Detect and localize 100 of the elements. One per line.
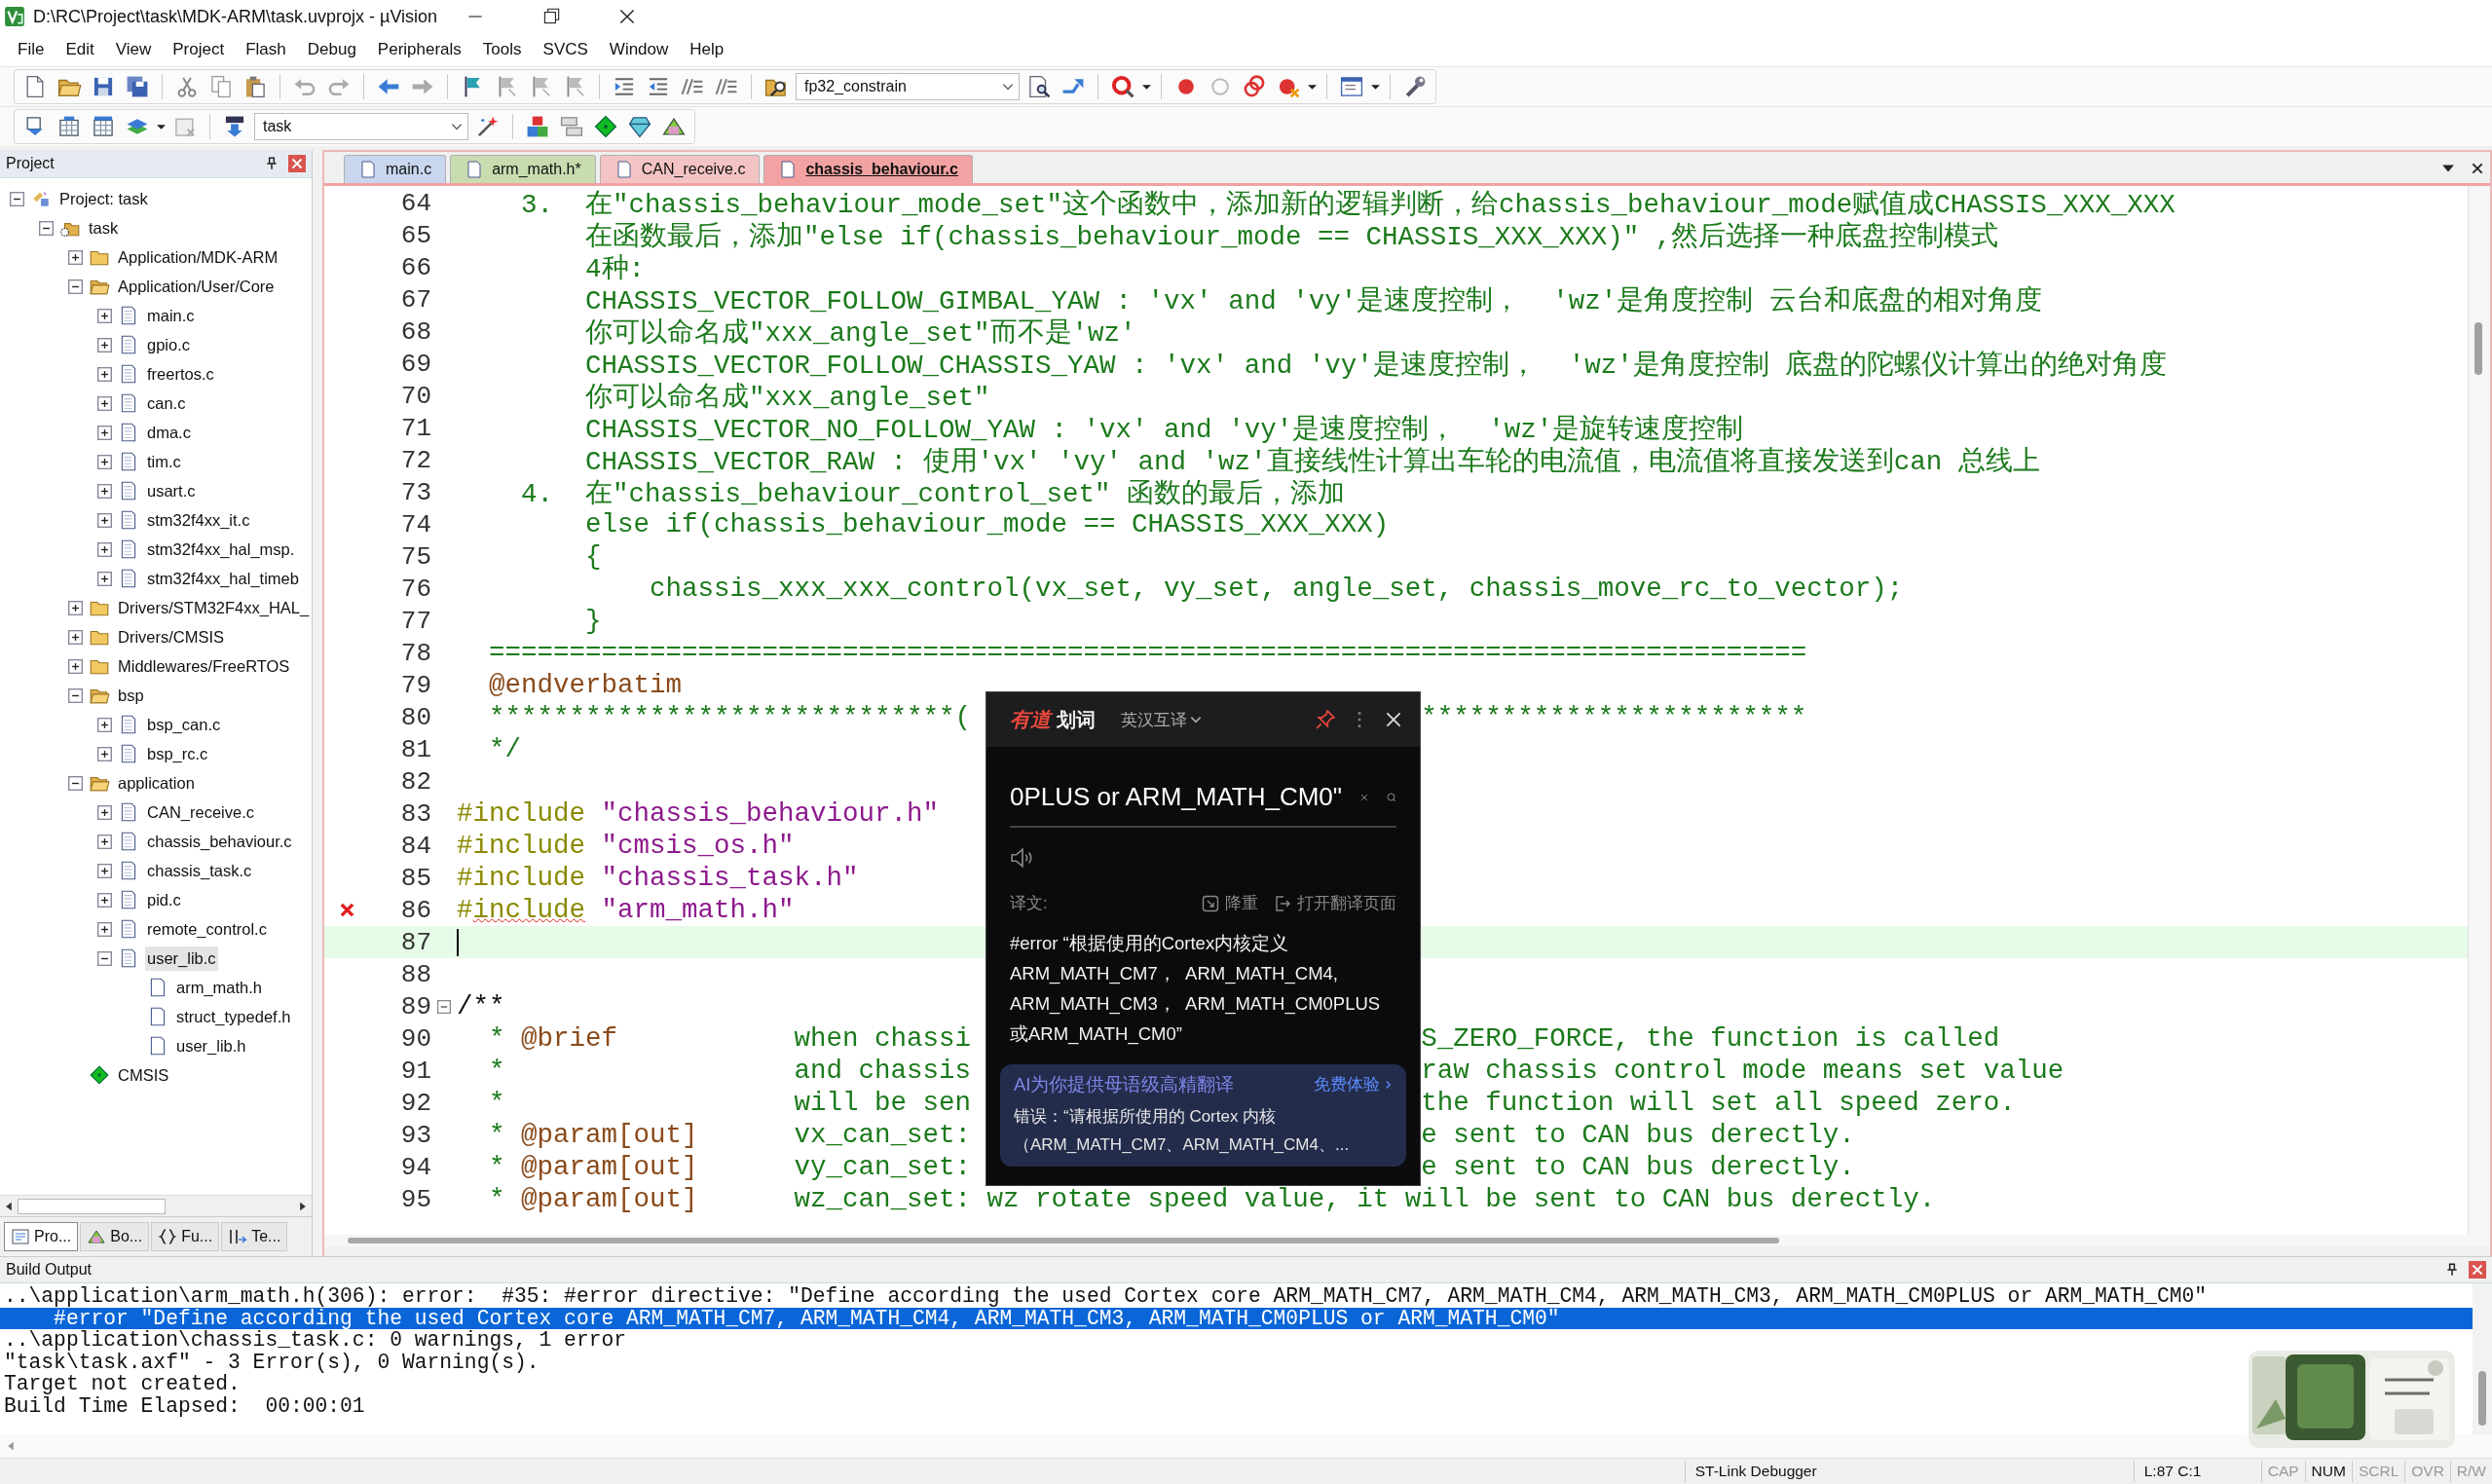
expand-icon[interactable] (97, 395, 112, 411)
collapse-icon[interactable] (68, 687, 83, 703)
tree-item[interactable]: arm_math.h (174, 975, 265, 1000)
tree-item[interactable]: stm32f4xx_hal_timeb (145, 566, 301, 591)
target-combo[interactable]: task (254, 113, 468, 140)
tree-item[interactable]: user_lib.h (174, 1033, 248, 1058)
expand-icon[interactable] (68, 249, 83, 265)
tree-item[interactable]: application (116, 770, 197, 796)
expand-icon[interactable] (97, 717, 112, 732)
fold-icon[interactable] (437, 999, 451, 1014)
output-line[interactable]: Build Time Elapsed: 00:00:01 (0, 1394, 2473, 1417)
tree-item[interactable]: pid.c (145, 887, 183, 912)
tree-item[interactable]: tim.c (145, 449, 183, 474)
tree-item[interactable]: Drivers/STM32F4xx_HAL_ (116, 595, 312, 620)
collapse-icon[interactable] (39, 220, 54, 236)
menu-item[interactable]: View (105, 36, 162, 63)
free-trial-link[interactable]: 免费体验 (1314, 1073, 1393, 1095)
editor-tab[interactable]: chassis_behaviour.c (763, 155, 973, 183)
tree-item[interactable]: bsp (116, 683, 146, 708)
tree-item[interactable]: Project: task (57, 186, 150, 211)
tree-item[interactable]: task (87, 215, 121, 241)
expand-icon[interactable] (97, 337, 112, 352)
find-combo[interactable]: fp32_constrain (796, 73, 1020, 100)
menu-item[interactable]: Flash (236, 36, 296, 63)
rewrite-icon[interactable] (1202, 894, 1219, 912)
editor-tab[interactable]: arm_math.h* (450, 155, 596, 183)
caret-icon[interactable] (1308, 82, 1317, 92)
expand-icon[interactable] (97, 804, 112, 820)
menu-item[interactable]: Edit (56, 36, 104, 63)
tree-item[interactable]: user_lib.c (145, 946, 218, 971)
tree-item[interactable]: CMSIS (116, 1062, 171, 1088)
menu-item[interactable]: Tools (472, 36, 532, 63)
menu-item[interactable]: SVCS (533, 36, 598, 63)
tree-item[interactable]: stm32f4xx_it.c (145, 507, 252, 533)
panel-tab[interactable]: Bo... (80, 1222, 150, 1251)
promo-card[interactable]: AI为你提供母语级高精翻译 免费体验 错误：“请根据所使用的 Cortex 内核 （ARM_MATH_CM7、ARM_MATH_CM4、... (1000, 1064, 1406, 1167)
panel-tab[interactable]: Te... (221, 1222, 288, 1251)
tree-item[interactable]: freertos.c (145, 361, 216, 387)
tree-item[interactable]: bsp_can.c (145, 712, 223, 737)
tree-item[interactable]: bsp_rc.c (145, 741, 210, 766)
output-line[interactable]: ..\application\arm_math.h(306): error: #35: #error directive: "Define according the used Cortex core ARM_MATH_CM7, ARM_MATH_CM4, ARM_MATH_CM3, ARM_MATH_CM0PLUS or ARM_MATH_CM0" (0, 1285, 2473, 1308)
expand-icon[interactable] (97, 454, 112, 469)
expand-icon[interactable] (68, 629, 83, 645)
caret-icon[interactable] (1142, 82, 1151, 92)
translate-action[interactable]: 降重 (1202, 892, 1258, 914)
tree-item[interactable]: Application/User/Core (116, 274, 277, 299)
more-icon[interactable] (1356, 709, 1363, 730)
menu-item[interactable]: Project (163, 36, 235, 63)
close-icon[interactable] (2471, 162, 2484, 175)
menu-item[interactable]: Help (680, 36, 734, 63)
vertical-scrollbar[interactable] (2473, 1283, 2492, 1434)
caret-icon[interactable] (157, 122, 166, 131)
translate-action[interactable]: 打开翻译页面 (1274, 892, 1396, 914)
vertical-scrollbar[interactable] (2468, 186, 2490, 1235)
tree-item[interactable]: stm32f4xx_hal_msp. (145, 537, 297, 562)
chevron-right-icon[interactable] (1384, 1078, 1393, 1091)
expand-icon[interactable] (97, 892, 112, 908)
tree-item[interactable]: dma.c (145, 420, 193, 445)
tree-item[interactable]: usart.c (145, 478, 198, 503)
expand-icon[interactable] (97, 541, 112, 557)
expand-icon[interactable] (97, 863, 112, 878)
tree-item[interactable]: struct_typedef.h (174, 1004, 293, 1029)
tree-item[interactable]: Application/MDK-ARM (116, 244, 280, 270)
editor-tab[interactable]: main.c (344, 155, 447, 183)
expand-icon[interactable] (68, 600, 83, 615)
horizontal-scrollbar[interactable] (0, 1434, 2492, 1458)
menu-item[interactable]: Peripherals (367, 36, 471, 63)
expand-icon[interactable] (97, 512, 112, 528)
pin-icon[interactable] (265, 157, 279, 170)
expand-icon[interactable] (97, 746, 112, 761)
expand-icon[interactable] (97, 308, 112, 323)
tree-item[interactable]: can.c (145, 390, 188, 416)
expand-icon[interactable] (97, 921, 112, 937)
editor-tab[interactable]: CAN_receive.c (599, 155, 761, 183)
collapse-icon[interactable] (97, 950, 112, 966)
tree-item[interactable]: chassis_behaviour.c (145, 829, 294, 854)
expand-icon[interactable] (97, 834, 112, 849)
expand-icon[interactable] (97, 425, 112, 440)
output-line[interactable]: ..\application\chassis_task.c: 0 warnings, 1 error (0, 1329, 2473, 1352)
expand-icon[interactable] (97, 571, 112, 586)
expand-icon[interactable] (97, 483, 112, 499)
open-page-icon[interactable] (1274, 894, 1291, 912)
output-line[interactable]: Target not created. (0, 1373, 2473, 1395)
query-text[interactable]: 0PLUS or ARM_MATH_CM0" (1010, 782, 1343, 812)
tree-item[interactable]: CAN_receive.c (145, 799, 257, 825)
tree-item[interactable]: gpio.c (145, 332, 193, 357)
mode-dropdown[interactable]: 英汉互译 (1121, 708, 1203, 731)
menu-item[interactable]: Window (599, 36, 679, 63)
pin-icon[interactable] (2445, 1263, 2459, 1277)
expand-icon[interactable] (68, 658, 83, 674)
collapse-icon[interactable] (68, 278, 83, 294)
tree-item[interactable]: Middlewares/FreeRTOS (116, 653, 292, 679)
panel-tab[interactable]: Pro... (4, 1222, 79, 1251)
tree-item[interactable]: remote_control.c (145, 916, 269, 942)
menu-item[interactable]: Debug (297, 36, 366, 63)
collapse-icon[interactable] (68, 775, 83, 791)
tree-item[interactable]: chassis_task.c (145, 858, 254, 883)
expand-icon[interactable] (97, 366, 112, 382)
caret-icon[interactable] (1371, 82, 1380, 92)
collapse-icon[interactable] (10, 191, 24, 206)
